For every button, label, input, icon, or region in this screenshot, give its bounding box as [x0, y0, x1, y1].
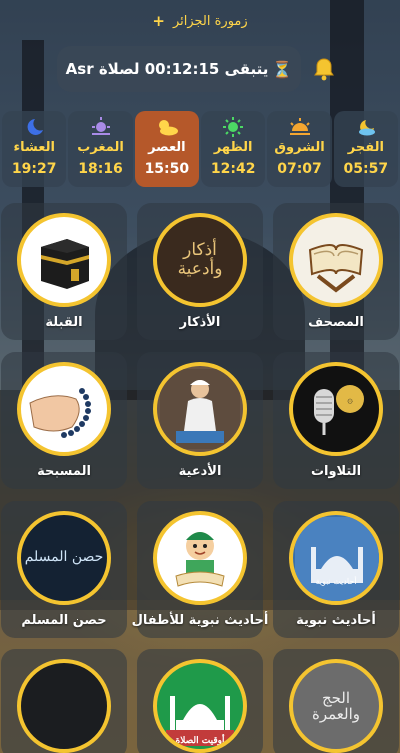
prayer-times-strip: الفجر 05:57 الشروق 07:07 الظهر 12:42 الع…	[0, 111, 400, 187]
prayer-name: الظهر	[213, 140, 253, 155]
hourglass-icon: ⏳	[272, 59, 293, 79]
feature-kids-hadith[interactable]: أحاديث نبوية للأطفال	[132, 500, 268, 638]
prayer-times-inner-text: أوقيت الصلاة	[175, 736, 225, 747]
prayer-time: 07:07	[277, 161, 322, 177]
prayer-asr[interactable]: العصر 15:50	[134, 111, 200, 187]
sun-icon	[221, 116, 245, 138]
feature-label: أحاديث نبوية للأطفال	[131, 612, 269, 628]
prayer-name: العصر	[148, 140, 186, 155]
svg-text:۞: ۞	[347, 395, 353, 406]
location-title: زمورة الجزائر	[172, 13, 248, 29]
prayer-dhuhr[interactable]: الظهر 12:42	[201, 111, 266, 187]
feature-duas[interactable]: الأدعية	[137, 351, 263, 489]
hisn-inner-text: حصن المسلم	[24, 548, 104, 565]
adhkar-text-1: أذكار	[183, 240, 217, 261]
feature-label: المصحف	[308, 315, 364, 330]
feature-label: حصن المسلم	[21, 612, 107, 628]
hajj-text-1: الحج	[321, 688, 351, 707]
feature-mushaf[interactable]: المصحف	[273, 203, 399, 340]
prayer-fajr[interactable]: الفجر 05:57	[333, 111, 398, 187]
prayer-time: 19:27	[11, 161, 57, 177]
feature-label: الأدعية	[178, 463, 222, 479]
kids-reading-icon	[153, 510, 247, 605]
prayer-time: 18:16	[78, 161, 123, 177]
location-bar[interactable]: زمورة الجزائر +	[0, 8, 400, 34]
feature-blank[interactable]	[1, 649, 127, 753]
prayer-times-icon: أوقيت الصلاة	[153, 659, 247, 753]
hajj-text-2: والعمرة	[311, 705, 361, 724]
hadith-inner-text: أحاديث نبوية	[315, 576, 357, 586]
moon-cloud-icon	[354, 116, 378, 138]
feature-tasbih[interactable]: المسبحة	[1, 351, 127, 489]
kaaba-icon	[17, 213, 111, 307]
feature-hadith[interactable]: أحاديث نبوية أحاديث نبوية	[273, 500, 399, 638]
feature-label: التلاوات	[310, 463, 362, 479]
microphone-icon: ۞	[289, 361, 383, 456]
feature-prayer-times[interactable]: أوقيت الصلاة	[137, 649, 263, 753]
prayer-name: العشاء	[13, 140, 55, 155]
feature-adhkar[interactable]: أذكار وأدعية الأذكار	[137, 203, 263, 340]
tasbih-icon	[17, 361, 111, 456]
prayer-name: الشروق	[274, 140, 325, 155]
prayer-name: المغرب	[77, 140, 124, 155]
prayer-maghrib[interactable]: المغرب 18:16	[68, 111, 133, 187]
hajj-icon: الحج والعمرة	[289, 659, 383, 753]
countdown-text: يتبقى 00:12:15 لصلاة Asr	[65, 60, 269, 78]
feature-hajj[interactable]: الحج والعمرة	[273, 649, 399, 753]
adhkar-icon: أذكار وأدعية	[153, 213, 247, 307]
bell-icon[interactable]	[307, 52, 341, 86]
prayer-time: 05:57	[343, 161, 389, 177]
prayer-time: 12:42	[210, 161, 256, 177]
quran-icon	[289, 213, 383, 307]
feature-label: المسبحة	[37, 463, 91, 479]
feature-label: القبلة	[45, 315, 83, 330]
hisn-icon: حصن المسلم	[17, 510, 111, 605]
feature-recitations[interactable]: ۞ التلاوات	[273, 351, 399, 489]
feature-qibla[interactable]: القبلة	[1, 203, 127, 340]
add-location-button[interactable]: +	[152, 12, 165, 30]
feature-hisn[interactable]: حصن المسلم حصن المسلم	[1, 500, 127, 638]
features-grid: المصحف أذكار وأدعية الأذكار القبلة ۞ الت…	[0, 203, 400, 753]
praying-man-icon	[153, 361, 247, 456]
feature-label: أحاديث نبوية	[296, 612, 376, 628]
sun-cloud-icon	[154, 116, 180, 138]
feature-label: الأذكار	[179, 315, 221, 330]
prayer-time: 15:50	[144, 161, 190, 177]
blank-icon	[17, 659, 111, 753]
prayer-shuruq[interactable]: الشروق 07:07	[267, 111, 332, 187]
sunset-icon	[89, 116, 113, 138]
sunrise-icon	[288, 116, 312, 138]
prayer-isha[interactable]: العشاء 19:27	[2, 111, 67, 187]
prayer-name: الفجر	[347, 140, 384, 155]
next-prayer-countdown: ⏳ يتبقى 00:12:15 لصلاة Asr	[57, 46, 301, 92]
moon-icon	[23, 116, 45, 138]
hadith-icon: أحاديث نبوية	[289, 510, 383, 605]
adhkar-text-2: وأدعية	[177, 259, 223, 279]
